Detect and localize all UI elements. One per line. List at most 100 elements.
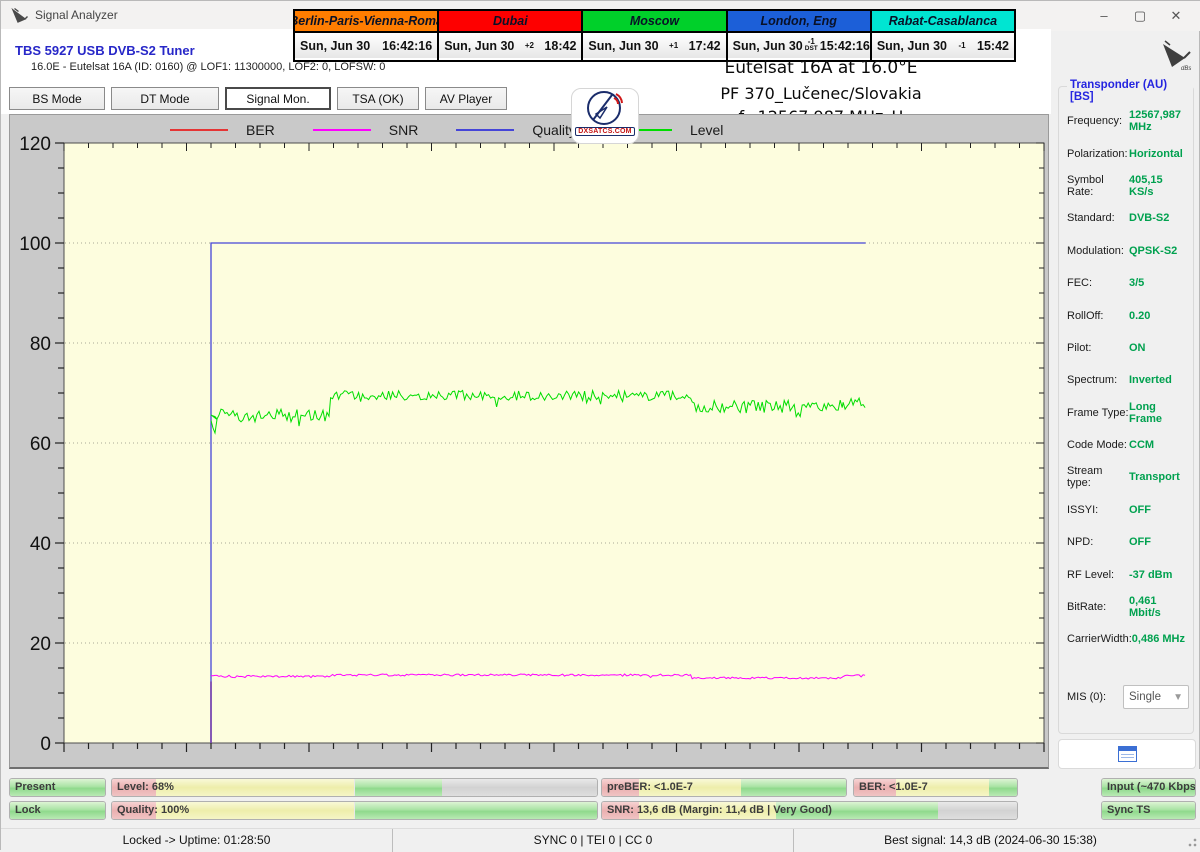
indicator-bar-label: Input (~470 Kbps) xyxy=(1107,779,1196,796)
transponder-row: Polarization:Horizontal xyxy=(1067,137,1189,169)
signal-history-chart: 020406080100120 xyxy=(10,115,1048,765)
clock-utc-offset: -1 xyxy=(958,42,965,50)
transponder-row-label: Standard: xyxy=(1067,212,1129,224)
clock-offset-value: -1 xyxy=(958,42,965,50)
transport-list-button[interactable] xyxy=(1058,739,1196,769)
clock-time-cell: Sun, Jun 30 -1 15:42 xyxy=(872,33,1014,58)
transponder-row: Spectrum:Inverted xyxy=(1067,364,1189,396)
clock-date: Sun, Jun 30 xyxy=(733,39,803,53)
indicator-bar-level: Level: 68% xyxy=(111,778,598,797)
status-section-1: Locked -> Uptime: 01:28:50 xyxy=(1,829,392,852)
clock-time-cell: Sun, Jun 30+218:42 xyxy=(439,33,581,58)
chart-legend: BER SNR Quality Level xyxy=(170,118,723,142)
transponder-row: CarrierWidth:0,486 MHz xyxy=(1067,623,1189,655)
bar-segment-gray xyxy=(938,802,1017,819)
transponder-row-label: Stream type: xyxy=(1067,465,1129,489)
mis-select[interactable]: Single ▼ xyxy=(1123,685,1189,709)
legend-label: Quality xyxy=(532,122,576,138)
clock-time-cell: Sun, Jun 30+117:42 xyxy=(583,33,725,58)
transponder-row-value: 0,461 Mbit/s xyxy=(1129,595,1189,619)
transponder-title: Transponder (AU) [BS] xyxy=(1067,79,1193,103)
transponder-row: NPD:OFF xyxy=(1067,526,1189,558)
status-bar: Locked -> Uptime: 01:28:50SYNC 0 | TEI 0… xyxy=(1,828,1200,852)
indicator-bar-label: Present xyxy=(15,779,55,796)
clock-date: Sun, Jun 30 xyxy=(444,39,514,53)
signal-chart-panel: BERSNRQualityLevel 020406080100120 xyxy=(9,114,1049,769)
indicator-bar-label: SNR: 13,6 dB (Margin: 11,4 dB | Very Goo… xyxy=(607,802,832,819)
legend-item-snr: SNR xyxy=(313,122,419,138)
clock-column: Berlin-Paris-Vienna-Roma Sun, Jun 30 16:42… xyxy=(295,11,439,60)
clock-utc-offset: +1 xyxy=(669,42,678,50)
y-axis-label: 60 xyxy=(30,434,51,455)
transponder-row: Frame Type:Long Frame xyxy=(1067,397,1189,429)
indicator-bar-label: BER: <1.0E-7 xyxy=(859,779,928,796)
transponder-row-label: RF Level: xyxy=(1067,569,1129,581)
transponder-row-label: Pilot: xyxy=(1067,342,1129,354)
clock-utc-offset: +2 xyxy=(525,42,534,50)
bar-segment-gray xyxy=(442,779,597,796)
y-axis-label: 40 xyxy=(30,534,51,555)
transponder-row-value: Horizontal xyxy=(1129,148,1189,160)
transponder-row-value: QPSK-S2 xyxy=(1129,245,1189,257)
tab-av-player[interactable]: AV Player xyxy=(425,87,507,110)
close-button[interactable]: ✕ xyxy=(1159,5,1193,27)
transponder-row-value: OFF xyxy=(1129,536,1189,548)
indicator-bar-lock: Lock xyxy=(9,801,106,820)
clock-column: DubaiSun, Jun 30+218:42 xyxy=(439,11,583,60)
dxsatcs-logo: DXSATCS.COM xyxy=(571,88,639,144)
transponder-row: RollOff:0.20 xyxy=(1067,299,1189,331)
legend-label: BER xyxy=(246,122,275,138)
tab-bs-mode[interactable]: BS Mode xyxy=(9,87,105,110)
transponder-row: Frequency:12567,987 MHz xyxy=(1067,105,1189,137)
clock-offset-value: +2 xyxy=(525,42,534,50)
y-axis-label: 120 xyxy=(19,134,51,155)
satellite-dish-icon xyxy=(11,7,29,25)
transponder-row-value: Long Frame xyxy=(1129,401,1189,425)
transponder-row-value: 405,15 KS/s xyxy=(1129,174,1189,198)
clock-column: Rabat-CasablancaSun, Jun 30-115:42 xyxy=(872,11,1014,60)
clock-date: Sun, Jun 30 xyxy=(300,39,370,53)
transponder-row: Symbol Rate:405,15 KS/s xyxy=(1067,170,1189,202)
clock-offset-dst: DST xyxy=(805,46,818,53)
transponder-row-value: 0.20 xyxy=(1129,310,1189,322)
clock-city-label: Berlin-Paris-Vienna-Roma xyxy=(295,11,437,33)
transponder-row-label: Modulation: xyxy=(1067,245,1129,257)
bar-segment-green xyxy=(741,779,846,796)
transponder-row: Modulation:QPSK-S2 xyxy=(1067,235,1189,267)
clock-time-value: 16:42:16 xyxy=(382,39,432,53)
transponder-row-label: RollOff: xyxy=(1067,310,1129,322)
legend-line-swatch xyxy=(313,129,371,131)
transponder-row-value: CCM xyxy=(1129,439,1189,451)
indicator-bar-label: Quality: 100% xyxy=(117,802,189,819)
maximize-button[interactable]: ▢ xyxy=(1123,5,1157,27)
transponder-row-value: -37 dBm xyxy=(1129,569,1189,581)
indicator-bar-ber: BER: <1.0E-7 xyxy=(853,778,1018,797)
clock-utc-offset: -1DST xyxy=(805,38,818,53)
y-axis-label: 80 xyxy=(30,334,51,355)
mis-row: MIS (0): Single ▼ xyxy=(1067,685,1189,709)
dxsatcs-logo-caption: DXSATCS.COM xyxy=(575,127,634,136)
clock-date: Sun, Jun 30 xyxy=(877,39,947,53)
tab-tsa-ok-[interactable]: TSA (OK) xyxy=(337,87,419,110)
minimize-button[interactable]: – xyxy=(1087,5,1121,27)
clock-time-value: 15:42 xyxy=(977,39,1009,53)
y-axis-label: 100 xyxy=(19,234,51,255)
clock-time-value: 17:42 xyxy=(689,39,721,53)
legend-item-quality: Quality xyxy=(456,122,576,138)
legend-line-swatch xyxy=(170,129,228,131)
indicator-bar-syncts: Sync TS xyxy=(1101,801,1196,820)
indicator-bar-quality: Quality: 100% xyxy=(111,801,598,820)
list-window-icon xyxy=(1118,746,1137,762)
tab-dt-mode[interactable]: DT Mode xyxy=(111,87,219,110)
resize-grip[interactable] xyxy=(1185,835,1197,847)
transponder-row-label: CarrierWidth: xyxy=(1067,633,1132,645)
transponder-groupbox: Transponder (AU) [BS] Frequency:12567,98… xyxy=(1058,86,1194,734)
legend-label: Level xyxy=(690,122,723,138)
indicator-bar-label: Sync TS xyxy=(1107,802,1150,819)
tuner-config: 16.0E - Eutelsat 16A (ID: 0160) @ LOF1: … xyxy=(31,61,385,73)
world-clocks-table: Berlin-Paris-Vienna-Roma Sun, Jun 30 16:42… xyxy=(293,9,1016,62)
transponder-row-value: OFF xyxy=(1129,504,1189,516)
dxsatcs-logo-icon xyxy=(583,89,627,129)
transponder-row-label: BitRate: xyxy=(1067,601,1129,613)
tab-signal-mon-[interactable]: Signal Mon. xyxy=(225,87,331,110)
